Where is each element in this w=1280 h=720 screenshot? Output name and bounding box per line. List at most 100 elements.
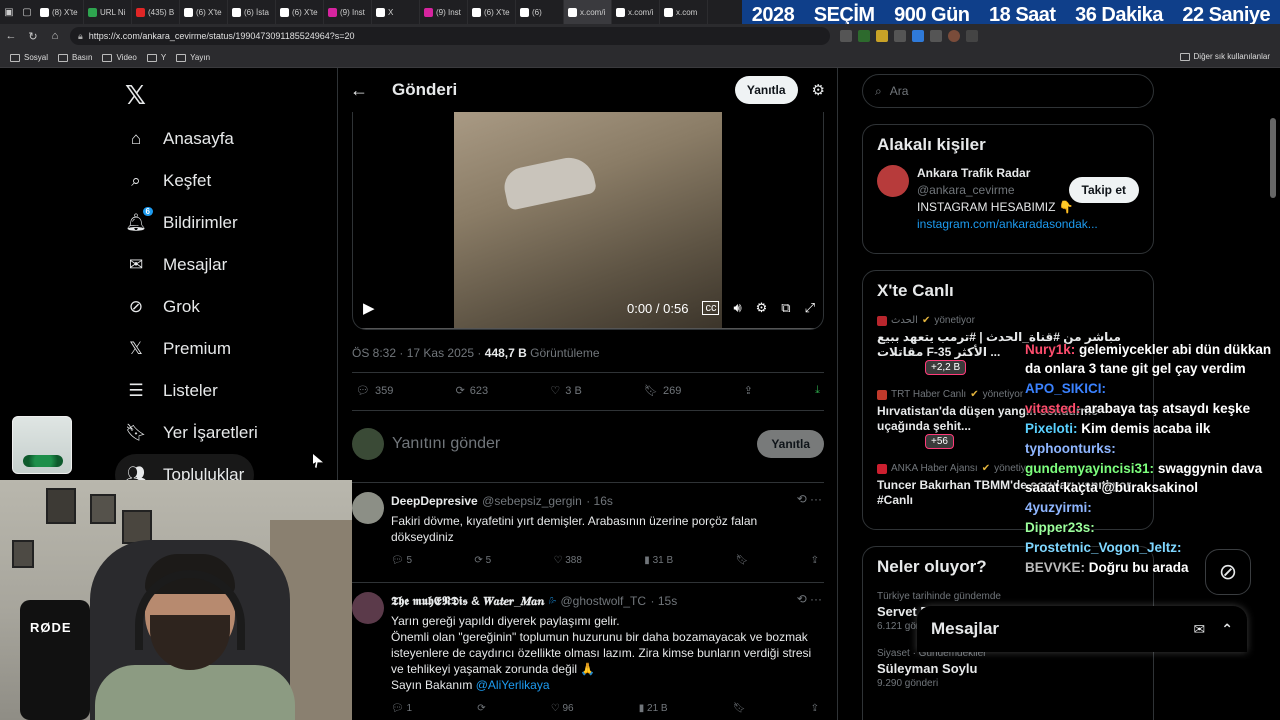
- reply-action[interactable]: 💬︎ 5: [391, 555, 412, 566]
- extension-icon[interactable]: [840, 30, 852, 42]
- browser-tab[interactable]: (9) Inst: [420, 0, 468, 24]
- related-people-card: Alakalı kişiler Ankara Trafik Radar @ank…: [862, 124, 1154, 254]
- person-name[interactable]: Ankara Trafik Radar: [917, 165, 1098, 182]
- browser-tab[interactable]: X: [372, 0, 420, 24]
- x-logo-icon[interactable]: 𝕏: [125, 80, 146, 111]
- download-action[interactable]: ⤓: [815, 384, 820, 397]
- other-bookmarks[interactable]: Diğer sık kullanılanlar: [1179, 52, 1270, 61]
- video-player[interactable]: ▶ 0:00 / 0:56 cc 🔊︎ ⚙︎ ⧉ ⤢: [352, 112, 824, 330]
- nav-item-search[interactable]: ⌕ Keşfet: [115, 160, 221, 202]
- search-input[interactable]: ⌕ Ara: [862, 74, 1154, 108]
- reply-action[interactable]: 💬︎ 359: [356, 384, 393, 398]
- post-text: Yarın gereği yapıldı diyerek paylaşımı g…: [391, 613, 823, 693]
- reply-submit-button[interactable]: Yanıtla: [757, 430, 824, 458]
- bio-link[interactable]: instagram.com/ankaradasondak...: [917, 216, 1098, 233]
- bookmark-folder[interactable]: Sosyal: [10, 53, 48, 62]
- author-name[interactable]: DeepDepresive: [391, 494, 478, 508]
- extension-icon[interactable]: [858, 30, 870, 42]
- chat-message: gundemyayincisi31: swaggynin dava saaat …: [1020, 459, 1280, 497]
- reply-header-button[interactable]: Yanıtla: [734, 76, 798, 104]
- source-status: yönetiyor: [982, 389, 1024, 400]
- bookmark-folder[interactable]: Video: [102, 53, 137, 62]
- fullscreen-icon[interactable]: ⤢: [805, 300, 815, 316]
- address-bar-row: ← ↻ ⌂ 🔒︎ https://x.com/ankara_cevirme/st…: [0, 24, 1280, 48]
- like-action[interactable]: ♡ 96: [551, 703, 574, 714]
- like-action[interactable]: ♡ 3 B: [550, 384, 582, 398]
- share-action[interactable]: ⇪: [744, 384, 753, 397]
- nav-item-mail[interactable]: ✉︎ Mesajlar: [115, 244, 237, 286]
- author-handle[interactable]: @ghostwolf_TC: [561, 594, 647, 608]
- mention-link[interactable]: @AliYerlikaya: [476, 678, 550, 692]
- nav-item-grok[interactable]: ⊘ Grok: [115, 286, 210, 328]
- bookmark-icon[interactable]: 🔖︎: [733, 703, 746, 714]
- filter-icon[interactable]: ⚙︎: [812, 81, 825, 99]
- bookmark-icon[interactable]: 🔖︎: [736, 555, 749, 566]
- settings-icon[interactable]: [966, 30, 978, 42]
- browser-tab[interactable]: (6) İsta: [228, 0, 276, 24]
- bookmark-folder[interactable]: Y: [146, 53, 166, 62]
- nav-item-bookmark[interactable]: 🔖︎ Yer İşaretleri: [115, 412, 268, 454]
- bookmark-action[interactable]: 🔖︎ 269: [644, 384, 681, 398]
- repost-action[interactable]: ⟳: [477, 703, 485, 714]
- reply-action[interactable]: 💬︎ 1: [391, 703, 412, 714]
- follow-button[interactable]: Takip et: [1068, 177, 1139, 203]
- browser-tab[interactable]: URL Ni: [84, 0, 132, 24]
- browser-tab[interactable]: (6) X'te: [468, 0, 516, 24]
- scrollbar[interactable]: [1270, 118, 1276, 198]
- share-icon[interactable]: ⇪: [811, 703, 819, 714]
- browser-tab[interactable]: x.com/i: [564, 0, 612, 24]
- url-field[interactable]: 🔒︎ https://x.com/ankara_cevirme/status/1…: [70, 27, 830, 45]
- post-more-icon[interactable]: ⟲ ···: [797, 492, 822, 506]
- folder-icon: [10, 53, 20, 62]
- back-arrow-icon[interactable]: ←: [350, 80, 368, 101]
- extension-icon[interactable]: [894, 30, 906, 42]
- reply-input[interactable]: Yanıtını gönder: [392, 435, 757, 453]
- pip-icon[interactable]: ⧉: [781, 300, 790, 316]
- tab-label: (8) X'te: [52, 7, 78, 17]
- nav-item-bell[interactable]: 🔔︎ 6 Bildirimler: [115, 202, 248, 244]
- settings-gear-icon[interactable]: ⚙︎: [756, 300, 768, 316]
- views-action[interactable]: ▮ 31 B: [644, 555, 673, 566]
- webcam-overlay: RØDE: [0, 480, 352, 720]
- share-icon[interactable]: ⇪: [811, 555, 819, 566]
- nav-item-list[interactable]: ☰ Listeler: [115, 370, 228, 412]
- back-icon[interactable]: ←: [0, 30, 22, 42]
- author-name[interactable]: 𝕿𝖍𝖊 𝖒𝖚𝖍𝕰𝕹𝕯𝖎𝖘 & 𝑾𝒂𝒕𝒆𝒓_𝑴𝒂𝒏: [391, 594, 544, 608]
- browser-tab[interactable]: (6) X'te: [276, 0, 324, 24]
- browser-tab[interactable]: (435) B: [132, 0, 180, 24]
- author-handle[interactable]: @sebepsiz_gergin: [482, 494, 582, 508]
- play-icon[interactable]: ▶: [363, 299, 375, 317]
- profile-avatar[interactable]: [948, 30, 960, 42]
- bookmark-label: Video: [116, 53, 137, 62]
- browser-tab[interactable]: (6): [516, 0, 564, 24]
- bookmark-folder[interactable]: Basın: [58, 53, 92, 62]
- nav-label: Grok: [163, 297, 200, 316]
- repost-action[interactable]: ⟳ 623: [456, 384, 489, 398]
- extension-icon[interactable]: [876, 30, 888, 42]
- chat-username: APO_SIKICI:: [1025, 381, 1107, 396]
- window-menu-icon[interactable]: ▣: [0, 0, 18, 24]
- nav-item-home[interactable]: ⌂ Anasayfa: [115, 118, 244, 160]
- nav-item-x-premium[interactable]: 𝕏 Premium: [115, 328, 241, 370]
- chat-username: Pixeloti:: [1025, 421, 1078, 436]
- repost-action[interactable]: ⟳ 5: [474, 555, 491, 566]
- browser-tab[interactable]: x.com/i: [612, 0, 660, 24]
- extension-icon[interactable]: [912, 30, 924, 42]
- tab-actions-icon[interactable]: ▢: [18, 0, 36, 24]
- grok-icon: ⊘: [128, 297, 144, 316]
- browser-tab[interactable]: (9) Inst: [324, 0, 372, 24]
- volume-icon[interactable]: 🔊︎: [733, 300, 741, 316]
- browser-tab[interactable]: x.com: [660, 0, 708, 24]
- wall-frame: [46, 488, 76, 524]
- like-action[interactable]: ♡ 388: [554, 555, 582, 566]
- reload-icon[interactable]: ↻: [22, 30, 44, 43]
- captions-icon[interactable]: cc: [702, 301, 720, 315]
- browser-tab[interactable]: (6) X'te: [180, 0, 228, 24]
- browser-tab[interactable]: (8) X'te: [36, 0, 84, 24]
- post-more-icon[interactable]: ⟲ ···: [797, 592, 822, 606]
- views-action[interactable]: ▮ 21 B: [639, 703, 668, 714]
- bookmark-folder[interactable]: Yayın: [176, 53, 210, 62]
- like-count: 3 B: [565, 384, 582, 397]
- extension-icon[interactable]: [930, 30, 942, 42]
- home-browser-icon[interactable]: ⌂: [44, 30, 66, 42]
